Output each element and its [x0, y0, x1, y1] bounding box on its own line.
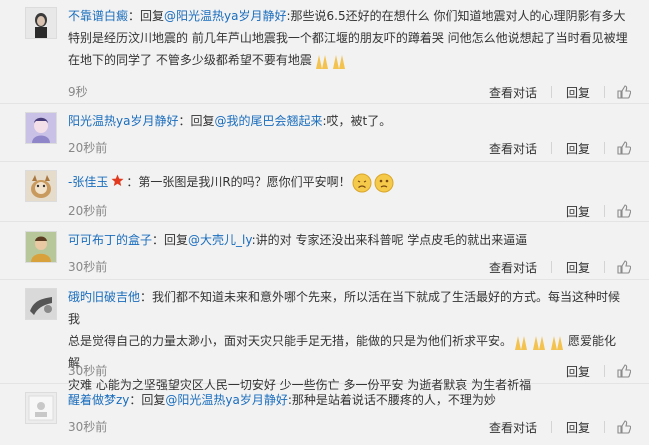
view-conversation-link[interactable]: 查看对话	[487, 419, 539, 436]
avatar[interactable]	[25, 231, 57, 263]
divider	[604, 261, 605, 273]
comment-time: 30秒前	[68, 364, 108, 378]
comment-body-line1: ：我们都不知道未来和意外哪个先来，所以活在当下就成了生活最好的方式。每当这种时候…	[68, 290, 621, 326]
comment-item: 醒着做梦zy：回复@阳光温热ya岁月静好:那种是站着说话不腰疼的人，不理为妙 3…	[0, 384, 649, 445]
star-badge-icon	[111, 172, 124, 194]
pray-emoji-icon	[513, 333, 567, 351]
comment-actions: 查看对话 回复	[487, 419, 631, 435]
pray-emoji-icon	[313, 52, 349, 70]
like-icon[interactable]	[617, 260, 631, 274]
username-link[interactable]: 硪旳旧破吉他	[68, 290, 140, 304]
comment-body: :讲的对 专家还没出来科普呢 学点皮毛的就出来逼逼	[251, 233, 528, 247]
comment-item: -张佳玉 ：第一张图是我川R的吗？愿你们平安啊！ 20秒前 回复	[0, 162, 649, 222]
comment-text: 醒着做梦zy：回复@阳光温热ya岁月静好:那种是站着说话不腰疼的人，不理为妙	[68, 389, 628, 411]
comment-actions: 查看对话 回复	[487, 140, 631, 156]
comment-item: 可可布丁的盒子：回复@大壳儿_ly:讲的对 专家还没出来科普呢 学点皮毛的就出来…	[0, 222, 649, 280]
comment-text: -张佳玉 ：第一张图是我川R的吗？愿你们平安啊！	[68, 171, 628, 194]
reply-link[interactable]: 回复	[564, 84, 592, 101]
divider	[604, 365, 605, 377]
divider	[550, 421, 552, 433]
avatar[interactable]	[25, 392, 57, 424]
comment-text: 不靠谱白癜：回复@阳光温热ya岁月静好:那些说6.5还好的在想什么 你们知道地震…	[68, 5, 628, 71]
comment-body-line2: 特别是经历汶川地震的 前几年芦山地震我一个都江堰的朋友吓的蹲着哭 问他怎么他说想…	[68, 31, 628, 45]
divider	[604, 421, 605, 433]
view-conversation-link[interactable]: 查看对话	[487, 259, 539, 276]
comment-actions: 查看对话 回复	[487, 259, 631, 275]
reply-link[interactable]: 回复	[564, 419, 592, 436]
divider	[604, 205, 605, 217]
mention-link[interactable]: @我的尾巴会翘起来	[214, 114, 322, 128]
comment-time: 20秒前	[68, 141, 108, 155]
comment-actions: 查看对话 回复	[487, 84, 631, 100]
comment-time: 30秒前	[68, 260, 108, 274]
view-conversation-link[interactable]: 查看对话	[487, 84, 539, 101]
comment-time: 30秒前	[68, 420, 108, 434]
username-link[interactable]: 可可布丁的盒子	[68, 233, 152, 247]
reply-label: ：回复	[152, 233, 189, 247]
like-icon[interactable]	[617, 85, 631, 99]
username-link[interactable]: 醒着做梦zy	[68, 393, 129, 407]
like-icon[interactable]	[617, 420, 631, 434]
reply-label: ：回复	[178, 114, 215, 128]
comment-text: 阳光温热ya岁月静好：回复@我的尾巴会翘起来:哎，被t了。	[68, 110, 628, 132]
username-link[interactable]: 不靠谱白癜	[68, 9, 128, 23]
comment-item: 硪旳旧破吉他：我们都不知道未来和意外哪个先来，所以活在当下就成了生活最好的方式。…	[0, 280, 649, 392]
avatar[interactable]	[25, 288, 57, 320]
reply-link[interactable]: 回复	[564, 203, 592, 220]
worried-face-emoji-icon	[374, 173, 394, 193]
username-link[interactable]: -张佳玉	[68, 175, 108, 189]
comment-text: 可可布丁的盒子：回复@大壳儿_ly:讲的对 专家还没出来科普呢 学点皮毛的就出来…	[68, 229, 628, 251]
divider	[550, 261, 552, 273]
comment-body-line2: 总是觉得自己的力量太渺小，面对天灾只能手足无措，能做的只是为他们祈求平安。	[68, 334, 513, 348]
view-conversation-link[interactable]: 查看对话	[487, 140, 539, 157]
sad-face-emoji-icon	[352, 173, 372, 193]
divider	[604, 142, 605, 154]
like-icon[interactable]	[617, 141, 631, 155]
comment-body: ：第一张图是我川R的吗？愿你们平安啊！	[126, 175, 351, 189]
like-icon[interactable]	[617, 364, 631, 378]
mention-link[interactable]: @大壳儿_ly	[188, 233, 252, 247]
comment-actions: 回复	[564, 203, 631, 219]
avatar[interactable]	[25, 170, 57, 202]
comment-time: 9秒	[68, 85, 88, 99]
mention-link[interactable]: @阳光温热ya岁月静好	[164, 9, 286, 23]
like-icon[interactable]	[617, 204, 631, 218]
comment-body: :哎，被t了。	[322, 114, 392, 128]
comment-body-line3: 在地下的同学了 不管多少级都希望不要有地震	[68, 53, 312, 67]
comment-body-line1: 那些说6.5还好的在想什么 你们知道地震对人的心理阴影有多大	[290, 9, 626, 23]
mention-link[interactable]: @阳光温热ya岁月静好	[165, 393, 287, 407]
reply-link[interactable]: 回复	[564, 363, 592, 380]
comment-text: 硪旳旧破吉他：我们都不知道未来和意外哪个先来，所以活在当下就成了生活最好的方式。…	[68, 286, 628, 396]
avatar[interactable]	[25, 112, 57, 144]
comment-time: 20秒前	[68, 204, 108, 218]
comment-item: 不靠谱白癜：回复@阳光温热ya岁月静好:那些说6.5还好的在想什么 你们知道地震…	[0, 0, 649, 104]
divider	[550, 142, 552, 154]
comment-body: :那种是站着说话不腰疼的人，不理为妙	[287, 393, 496, 407]
divider	[550, 86, 552, 98]
reply-link[interactable]: 回复	[564, 259, 592, 276]
username-link[interactable]: 阳光温热ya岁月静好	[68, 114, 178, 128]
comment-actions: 回复	[564, 363, 631, 379]
reply-label: ：回复	[128, 9, 165, 23]
reply-label: ：回复	[129, 393, 166, 407]
comment-list: 不靠谱白癜：回复@阳光温热ya岁月静好:那些说6.5还好的在想什么 你们知道地震…	[0, 0, 649, 445]
reply-link[interactable]: 回复	[564, 140, 592, 157]
comment-item: 阳光温热ya岁月静好：回复@我的尾巴会翘起来:哎，被t了。 20秒前 查看对话 …	[0, 104, 649, 162]
avatar[interactable]	[25, 7, 57, 39]
divider	[604, 86, 605, 98]
